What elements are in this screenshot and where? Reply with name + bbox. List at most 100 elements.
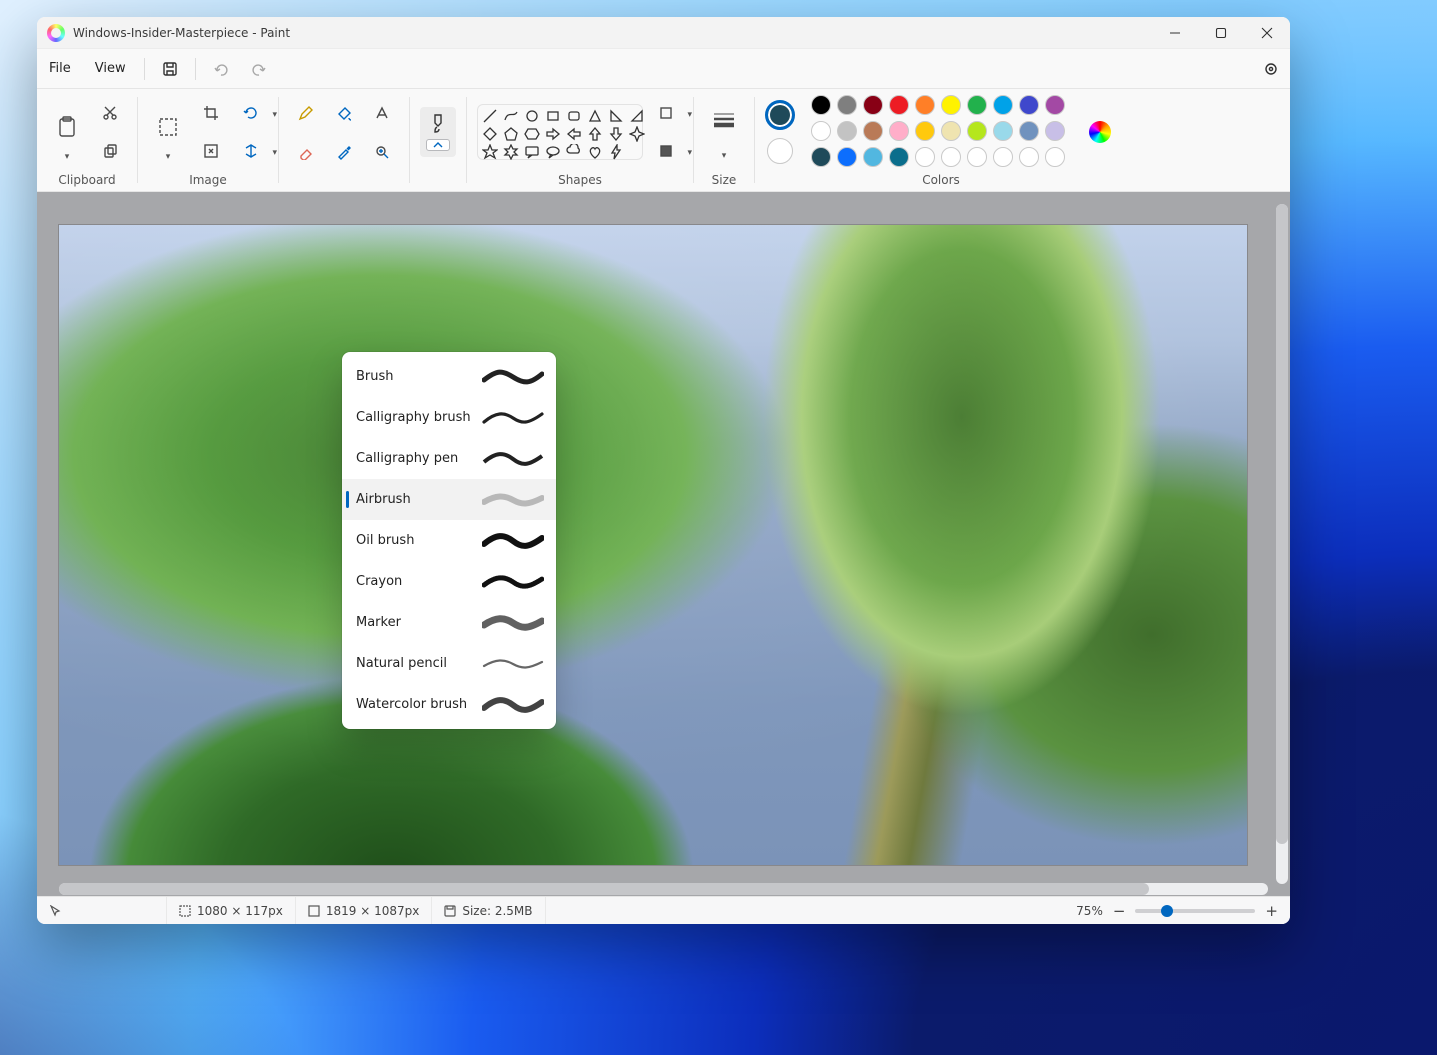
brush-option[interactable]: Calligraphy pen [342, 438, 556, 479]
color-swatch[interactable] [941, 147, 961, 167]
shape-callout-rect[interactable] [524, 144, 540, 160]
vertical-scrollbar[interactable] [1276, 204, 1288, 884]
chevron-down-icon[interactable]: ▾ [65, 152, 70, 162]
menu-file[interactable]: File [37, 55, 83, 82]
color-swatch[interactable] [915, 95, 935, 115]
edit-colors-button[interactable] [1083, 115, 1117, 149]
chevron-down-icon[interactable]: ▾ [687, 110, 692, 120]
zoom-out-button[interactable]: − [1113, 902, 1126, 920]
color-swatch[interactable] [837, 121, 857, 141]
shape-callout-cloud[interactable] [566, 144, 582, 160]
shape-heart[interactable] [587, 144, 603, 160]
color-swatch[interactable] [863, 95, 883, 115]
color-picker-tool[interactable] [327, 135, 361, 169]
scrollbar-thumb[interactable] [1276, 204, 1288, 844]
zoom-slider[interactable] [1135, 909, 1255, 913]
color-swatch[interactable] [1019, 121, 1039, 141]
color-swatch[interactable] [993, 147, 1013, 167]
shape-hexagon[interactable] [524, 126, 540, 142]
chevron-down-icon[interactable]: ▾ [272, 110, 277, 120]
horizontal-scrollbar[interactable] [59, 883, 1268, 895]
shape-4star[interactable] [629, 126, 645, 142]
flip-button[interactable]: ▾ [234, 134, 268, 168]
color-swatch[interactable] [915, 121, 935, 141]
copy-button[interactable] [93, 134, 127, 168]
shape-polygon[interactable] [587, 108, 603, 124]
color-2[interactable] [767, 138, 793, 164]
paste-button[interactable] [47, 102, 87, 152]
crop-button[interactable] [194, 96, 228, 130]
color-swatch[interactable] [837, 147, 857, 167]
color-swatch[interactable] [941, 121, 961, 141]
shape-arrow-right[interactable] [545, 126, 561, 142]
color-swatch[interactable] [1019, 95, 1039, 115]
shape-arrow-left[interactable] [566, 126, 582, 142]
color-swatch[interactable] [811, 147, 831, 167]
brush-option[interactable]: Oil brush [342, 520, 556, 561]
shape-fill-button[interactable]: ▾ [649, 134, 683, 168]
zoom-in-button[interactable]: + [1265, 902, 1278, 920]
chevron-down-icon[interactable]: ▾ [722, 151, 727, 161]
shape-triangle[interactable] [608, 108, 624, 124]
minimize-button[interactable] [1152, 17, 1198, 49]
size-button[interactable] [704, 95, 744, 145]
chevron-down-icon[interactable]: ▾ [166, 152, 171, 162]
color-swatch[interactable] [915, 147, 935, 167]
resize-button[interactable] [194, 134, 228, 168]
shape-right-triangle[interactable] [629, 108, 645, 124]
shape-6star[interactable] [503, 144, 519, 160]
color-swatch[interactable] [889, 95, 909, 115]
color-swatch[interactable] [1045, 147, 1065, 167]
color-swatch[interactable] [967, 147, 987, 167]
shapes-gallery[interactable] [477, 104, 643, 160]
color-swatch[interactable] [811, 95, 831, 115]
color-swatch[interactable] [1045, 121, 1065, 141]
shape-5star[interactable] [482, 144, 498, 160]
shape-arrow-up[interactable] [587, 126, 603, 142]
eraser-tool[interactable] [289, 135, 323, 169]
redo-button[interactable] [244, 54, 274, 84]
settings-button[interactable] [1256, 54, 1286, 84]
brushes-button[interactable] [420, 107, 456, 157]
color-swatch[interactable] [941, 95, 961, 115]
shape-lightning[interactable] [608, 144, 624, 160]
shape-pentagon[interactable] [503, 126, 519, 142]
color-swatch[interactable] [1045, 95, 1065, 115]
painting-canvas[interactable] [59, 225, 1247, 865]
brush-option[interactable]: Brush [342, 356, 556, 397]
cut-button[interactable] [93, 96, 127, 130]
color-1[interactable] [765, 100, 795, 130]
color-swatch[interactable] [889, 121, 909, 141]
title-bar[interactable]: Windows-Insider-Masterpiece - Paint [37, 17, 1290, 49]
color-swatch[interactable] [837, 95, 857, 115]
scrollbar-thumb[interactable] [59, 883, 1149, 895]
shape-curve[interactable] [503, 108, 519, 124]
pencil-tool[interactable] [289, 96, 323, 130]
color-swatch[interactable] [1019, 147, 1039, 167]
shape-roundrect[interactable] [566, 108, 582, 124]
fill-tool[interactable] [327, 96, 361, 130]
brush-option[interactable]: Calligraphy brush [342, 397, 556, 438]
close-button[interactable] [1244, 17, 1290, 49]
color-swatch[interactable] [811, 121, 831, 141]
zoom-slider-thumb[interactable] [1161, 905, 1173, 917]
shape-arrow-down[interactable] [608, 126, 624, 142]
text-tool[interactable] [365, 96, 399, 130]
rotate-button[interactable]: ▾ [234, 96, 268, 130]
save-button[interactable] [155, 54, 185, 84]
shape-line[interactable] [482, 108, 498, 124]
brush-option[interactable]: Natural pencil [342, 643, 556, 684]
brush-option[interactable]: Watercolor brush [342, 684, 556, 725]
undo-button[interactable] [206, 54, 236, 84]
shape-outline-button[interactable]: ▾ [649, 96, 683, 130]
select-button[interactable] [148, 102, 188, 152]
chevron-down-icon[interactable]: ▾ [272, 148, 277, 158]
menu-view[interactable]: View [83, 55, 138, 82]
color-swatch[interactable] [993, 95, 1013, 115]
shape-oval[interactable] [524, 108, 540, 124]
shape-diamond[interactable] [482, 126, 498, 142]
chevron-down-icon[interactable]: ▾ [687, 148, 692, 158]
brush-option[interactable]: Airbrush [342, 479, 556, 520]
brush-option[interactable]: Marker [342, 602, 556, 643]
color-swatch[interactable] [863, 121, 883, 141]
